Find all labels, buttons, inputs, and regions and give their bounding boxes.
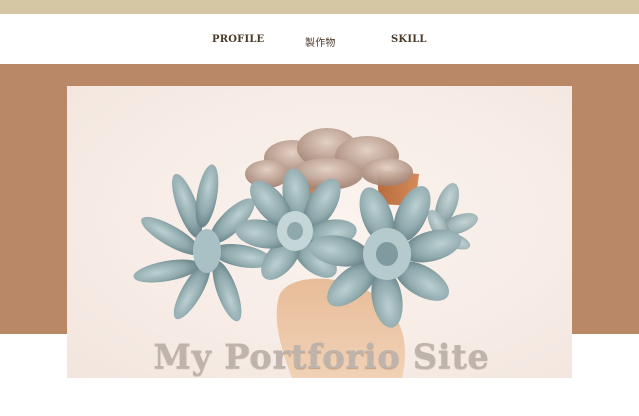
nav-link-skill[interactable]: SKILL — [391, 34, 427, 45]
top-accent-stripe — [0, 0, 639, 14]
nav-link-works[interactable]: 製作物 — [305, 34, 336, 49]
main-navigation: PROFILE 製作物 SKILL — [0, 14, 639, 64]
hero-succulent-image — [67, 86, 572, 378]
nav-link-profile[interactable]: PROFILE — [212, 34, 264, 45]
hero-title: My Portforio Site — [153, 337, 490, 377]
